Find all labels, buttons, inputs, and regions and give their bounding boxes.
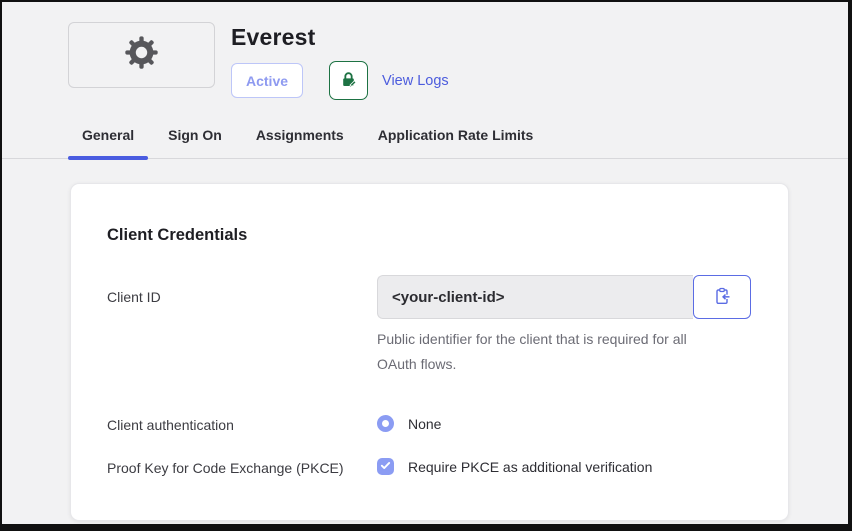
tab-sign-on[interactable]: Sign On [154,127,236,158]
check-icon [380,458,391,476]
app-header-text: Everest Active Vi [231,22,449,100]
client-credentials-card: Client Credentials Client ID [70,183,789,521]
pkce-checkbox-checked[interactable] [377,458,394,475]
pkce-choice: Require PKCE as additional verification [377,458,652,475]
tab-general[interactable]: General [68,127,148,158]
client-id-help-text: Public identifier for the client that is… [377,327,727,377]
client-authentication-label: Client authentication [107,415,377,433]
client-authentication-row: Client authentication None [107,415,752,433]
pkce-option-label: Require PKCE as additional verification [408,459,652,475]
copy-client-id-button[interactable] [693,275,751,319]
tab-application-rate-limits[interactable]: Application Rate Limits [364,127,548,158]
status-active-dropdown[interactable]: Active [231,63,303,98]
client-id-field-group: Public identifier for the client that is… [377,275,751,377]
app-logo-card [68,22,215,88]
tab-bar: General Sign On Assignments Application … [2,127,848,159]
pkce-label: Proof Key for Code Exchange (PKCE) [107,458,377,476]
lock-edit-button[interactable] [329,61,368,100]
lock-edit-icon [339,70,358,92]
client-id-label: Client ID [107,275,377,305]
client-id-input[interactable] [377,275,693,319]
app-header: Everest Active Vi [2,2,848,100]
tab-assignments[interactable]: Assignments [242,127,358,158]
section-title: Client Credentials [107,226,752,245]
app-header-actions: Active View Logs [231,61,449,100]
app-window: Everest Active Vi [0,0,852,531]
radio-none-selected[interactable] [377,415,394,432]
radio-none-label: None [408,416,441,432]
client-id-row: Client ID [107,275,752,377]
gear-icon [123,34,160,76]
client-authentication-choice: None [377,415,441,432]
page-title: Everest [231,22,449,52]
copy-to-clipboard-icon [712,286,732,309]
pkce-row: Proof Key for Code Exchange (PKCE) Requi… [107,458,752,476]
view-logs-link[interactable]: View Logs [382,73,449,89]
